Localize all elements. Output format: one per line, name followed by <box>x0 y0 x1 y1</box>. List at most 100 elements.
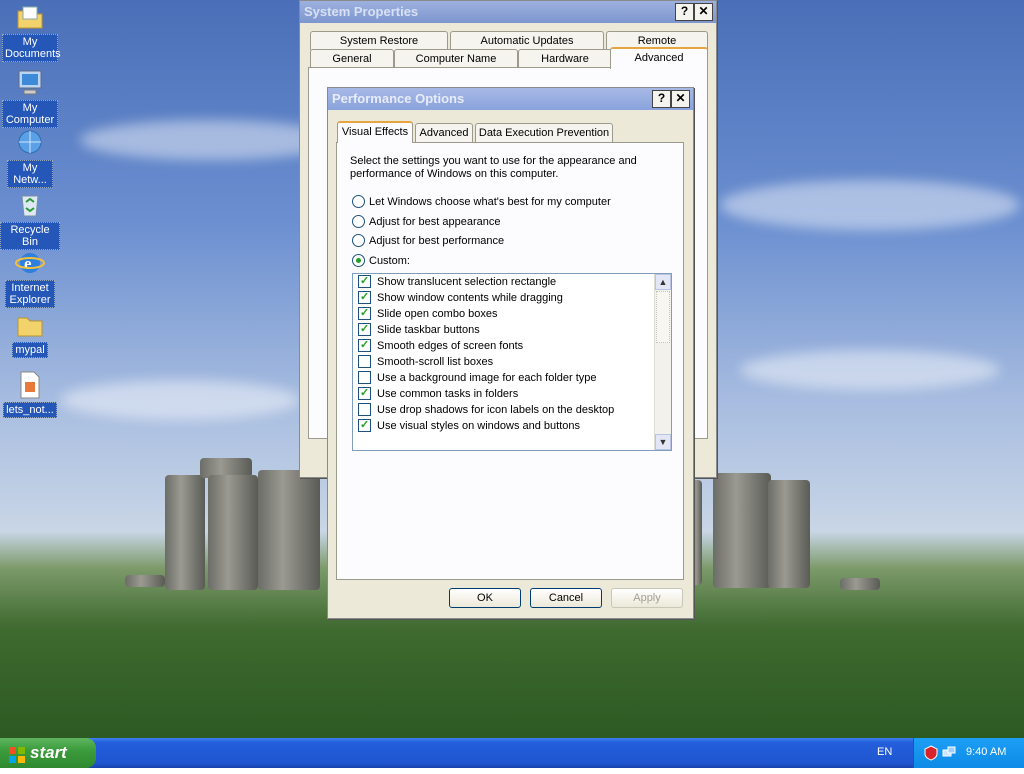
radio-best-appearance[interactable]: Adjust for best appearance <box>352 214 501 229</box>
tab-general[interactable]: General <box>310 49 394 68</box>
checkbox[interactable] <box>358 370 371 384</box>
icon-label: mypal <box>12 342 48 358</box>
network-tray-icon[interactable] <box>942 745 956 764</box>
radio-label: Let Windows choose what's best for my co… <box>369 196 611 208</box>
visual-effects-panel: Select the settings you want to use for … <box>336 142 684 580</box>
radio-button[interactable] <box>352 233 365 247</box>
language-indicator[interactable]: EN <box>877 746 892 758</box>
window-title: System Properties <box>304 4 419 19</box>
checkbox[interactable] <box>358 321 371 337</box>
stone <box>713 473 771 588</box>
tab-label: Data Execution Prevention <box>478 127 610 139</box>
tab-label: Automatic Updates <box>480 35 574 47</box>
icon-label: My Netw... <box>7 160 53 188</box>
radio-button[interactable] <box>352 214 365 228</box>
effects-items: Show translucent selection rectangle Sho… <box>353 274 653 434</box>
taskbar: start EN 9:40 AM <box>0 738 1024 768</box>
checkbox[interactable] <box>358 385 371 401</box>
tab-system-restore[interactable]: System Restore <box>310 31 448 50</box>
tab-data-execution-prevention[interactable]: Data Execution Prevention <box>475 123 613 142</box>
desktop-icon-my-computer[interactable]: My Computer <box>0 68 60 128</box>
help-button[interactable]: ? <box>675 3 694 21</box>
list-item[interactable]: Smooth edges of screen fonts <box>353 337 653 354</box>
list-item[interactable]: Use visual styles on windows and buttons <box>353 417 653 434</box>
radio-button-selected[interactable] <box>352 253 365 267</box>
icon-label: My Computer <box>2 100 58 128</box>
stone <box>208 475 258 590</box>
security-shield-icon[interactable] <box>924 745 938 764</box>
tab-label: Hardware <box>541 53 589 65</box>
list-item[interactable]: Use a background image for each folder t… <box>353 370 653 386</box>
tab-advanced[interactable]: Advanced <box>610 47 708 69</box>
system-tray: 9:40 AM <box>913 738 1024 768</box>
ok-button[interactable]: OK <box>449 588 521 608</box>
tab-label: Computer Name <box>415 53 497 65</box>
checkbox[interactable] <box>358 354 371 368</box>
item-label: Use a background image for each folder t… <box>377 372 597 384</box>
list-item[interactable]: Use common tasks in folders <box>353 385 653 402</box>
list-item[interactable]: Show window contents while dragging <box>353 289 653 306</box>
close-button[interactable]: ✕ <box>671 90 690 108</box>
list-item[interactable]: Slide open combo boxes <box>353 305 653 322</box>
desktop-icon-recycle-bin[interactable]: Recycle Bin <box>0 190 60 250</box>
network-icon <box>15 128 45 158</box>
list-item[interactable]: Smooth-scroll list boxes <box>353 354 653 370</box>
checkbox[interactable] <box>358 289 371 305</box>
visual-effects-list[interactable]: Show translucent selection rectangle Sho… <box>352 273 672 451</box>
desktop-icon-internet-explorer[interactable]: e Internet Explorer <box>0 248 60 308</box>
close-button[interactable]: ✕ <box>694 3 713 21</box>
apply-button[interactable]: Apply <box>611 588 683 608</box>
tab-advanced[interactable]: Advanced <box>415 123 473 142</box>
checkbox[interactable] <box>358 305 371 321</box>
help-button[interactable]: ? <box>652 90 671 108</box>
svg-text:e: e <box>24 254 32 273</box>
desktop-icon-lets-not[interactable]: lets_not... <box>0 370 60 418</box>
radio-custom[interactable]: Custom: <box>352 253 410 268</box>
scroll-down-icon[interactable]: ▼ <box>655 434 671 450</box>
internet-explorer-icon: e <box>15 248 45 278</box>
desktop-icon-mypal[interactable]: mypal <box>0 310 60 358</box>
tab-automatic-updates[interactable]: Automatic Updates <box>450 31 604 50</box>
item-label: Smooth-scroll list boxes <box>377 356 494 368</box>
start-button[interactable]: start <box>0 738 96 768</box>
checkbox[interactable] <box>358 417 371 433</box>
scroll-thumb[interactable] <box>656 291 670 343</box>
radio-best-performance[interactable]: Adjust for best performance <box>352 233 504 248</box>
item-label: Show translucent selection rectangle <box>377 276 557 288</box>
tab-visual-effects[interactable]: Visual Effects <box>337 121 413 143</box>
checkbox[interactable] <box>358 337 371 353</box>
tab-label: General <box>332 53 372 65</box>
folder-icon <box>15 310 45 340</box>
item-label: Use drop shadows for icon labels on the … <box>377 404 615 416</box>
tab-hardware[interactable]: Hardware <box>518 49 612 68</box>
checkbox[interactable] <box>358 402 371 416</box>
item-label: Slide open combo boxes <box>377 308 498 320</box>
tab-label: Advanced <box>419 127 469 139</box>
performance-options-titlebar[interactable]: Performance Options ? ✕ <box>328 88 693 110</box>
radio-let-windows-choose[interactable]: Let Windows choose what's best for my co… <box>352 194 611 209</box>
tab-computer-name[interactable]: Computer Name <box>394 49 518 68</box>
windows-logo-icon <box>8 744 26 763</box>
cancel-button[interactable]: Cancel <box>530 588 602 608</box>
tab-label: Remote <box>637 35 677 47</box>
desktop-icon-my-documents[interactable]: My Documents <box>0 2 61 62</box>
tab-label: Visual Effects <box>341 126 409 138</box>
start-label: start <box>30 743 67 762</box>
radio-label: Adjust for best appearance <box>369 216 501 228</box>
folder-documents-icon <box>15 2 45 32</box>
scroll-up-icon[interactable]: ▲ <box>655 274 671 290</box>
checkbox[interactable] <box>358 274 371 289</box>
icon-label: Recycle Bin <box>0 222 60 250</box>
system-properties-titlebar[interactable]: System Properties ? ✕ <box>300 1 716 23</box>
radio-button[interactable] <box>352 194 365 208</box>
item-label: Show window contents while dragging <box>377 292 563 304</box>
list-item[interactable]: Show translucent selection rectangle <box>353 274 653 290</box>
clock[interactable]: 9:40 AM <box>966 746 1006 758</box>
desktop-icon-my-network[interactable]: My Netw... <box>0 128 60 188</box>
cloud <box>740 350 1000 390</box>
item-label: Smooth edges of screen fonts <box>377 340 524 352</box>
list-item[interactable]: Use drop shadows for icon labels on the … <box>353 402 653 418</box>
tab-label: Advanced <box>634 52 684 64</box>
vertical-scrollbar[interactable]: ▲ ▼ <box>654 274 671 450</box>
list-item[interactable]: Slide taskbar buttons <box>353 321 653 338</box>
